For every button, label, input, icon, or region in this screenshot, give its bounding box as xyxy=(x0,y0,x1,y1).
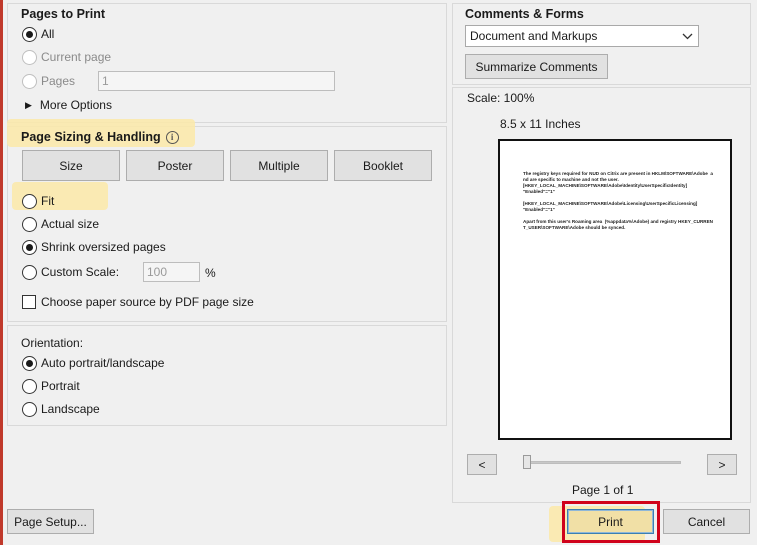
cancel-button[interactable]: Cancel xyxy=(663,509,750,534)
radio-current-page[interactable]: Current page xyxy=(22,48,111,66)
radio-pages-control[interactable] xyxy=(22,73,37,89)
radio-portrait[interactable]: Portrait xyxy=(22,377,80,395)
orientation-title: Orientation: xyxy=(21,336,84,350)
radio-shrink[interactable]: Shrink oversized pages xyxy=(22,238,166,256)
radio-custom-scale[interactable]: Custom Scale: xyxy=(22,263,119,281)
page-slider-track[interactable] xyxy=(523,461,681,464)
page-indicator: Page 1 of 1 xyxy=(572,483,634,497)
page-sizing-title: Page Sizing & Handling xyxy=(21,130,161,144)
comments-forms-panel: Comments & Forms Document and Markups Su… xyxy=(452,3,751,85)
pages-to-print-title: Pages to Print xyxy=(21,7,106,21)
radio-auto-orientation[interactable]: Auto portrait/landscape xyxy=(22,354,164,372)
radio-portrait-control[interactable] xyxy=(22,378,37,394)
radio-landscape-label: Landscape xyxy=(41,402,100,416)
radio-fit-label: Fit xyxy=(41,194,55,208)
custom-scale-input[interactable]: 100 xyxy=(143,262,200,282)
triangle-right-icon: ▶ xyxy=(25,99,32,110)
radio-all-label: All xyxy=(41,27,55,41)
radio-custom-scale-label: Custom Scale: xyxy=(41,265,120,279)
more-options-toggle[interactable]: ▶ More Options xyxy=(25,98,112,112)
print-button[interactable]: Print xyxy=(567,509,654,534)
radio-custom-scale-control[interactable] xyxy=(22,264,37,280)
chevron-down-icon xyxy=(676,26,698,46)
radio-fit[interactable]: Fit xyxy=(22,192,54,210)
next-page-button[interactable]: > xyxy=(707,454,737,475)
preview-panel: Scale: 100% 8.5 x 11 Inches The registry… xyxy=(452,87,751,503)
radio-landscape[interactable]: Landscape xyxy=(22,400,100,418)
radio-auto-orientation-control[interactable] xyxy=(22,355,37,371)
page-sizing-panel: Page Sizing & Handling i Size Poster Mul… xyxy=(7,119,447,322)
radio-actual-size-control[interactable] xyxy=(22,216,37,232)
summarize-comments-button[interactable]: Summarize Comments xyxy=(465,54,608,79)
preview-page-content: The registry keys required for NUD on Ci… xyxy=(523,171,713,230)
radio-portrait-label: Portrait xyxy=(41,379,80,393)
radio-shrink-label: Shrink oversized pages xyxy=(41,240,166,254)
radio-actual-size[interactable]: Actual size xyxy=(22,215,99,233)
radio-pages-label: Pages xyxy=(41,74,76,88)
radio-fit-control[interactable] xyxy=(22,193,37,209)
radio-all[interactable]: All xyxy=(22,25,54,43)
comments-forms-title: Comments & Forms xyxy=(465,7,584,21)
tab-multiple[interactable]: Multiple xyxy=(230,150,328,181)
info-icon[interactable]: i xyxy=(165,130,179,144)
radio-actual-size-label: Actual size xyxy=(41,217,100,231)
page-sizing-title-row: Page Sizing & Handling i xyxy=(21,130,179,144)
pages-to-print-panel: Pages to Print All Current page Pages 1 … xyxy=(7,3,447,123)
percent-sign: % xyxy=(205,266,216,280)
more-options-label: More Options xyxy=(39,98,112,112)
paper-source-checkbox[interactable] xyxy=(22,295,36,309)
radio-shrink-control[interactable] xyxy=(22,239,37,255)
comments-forms-selected: Document and Markups xyxy=(470,29,598,43)
radio-current-page-control[interactable] xyxy=(22,49,37,65)
page-slider-thumb[interactable] xyxy=(523,455,531,469)
preview-page: The registry keys required for NUD on Ci… xyxy=(498,139,732,440)
radio-landscape-control[interactable] xyxy=(22,401,37,417)
radio-all-control[interactable] xyxy=(22,26,37,42)
tab-poster[interactable]: Poster xyxy=(126,150,224,181)
prev-page-button[interactable]: < xyxy=(467,454,497,475)
radio-pages[interactable]: Pages xyxy=(22,72,75,90)
window-edge xyxy=(0,0,3,545)
radio-auto-orientation-label: Auto portrait/landscape xyxy=(41,356,165,370)
scale-text: Scale: 100% xyxy=(467,91,535,105)
page-setup-button[interactable]: Page Setup... xyxy=(7,509,94,534)
paper-source-label: Choose paper source by PDF page size xyxy=(41,295,254,309)
radio-current-page-label: Current page xyxy=(41,50,112,64)
comments-forms-select[interactable]: Document and Markups xyxy=(465,25,699,47)
paper-source-checkbox-row[interactable]: Choose paper source by PDF page size xyxy=(22,293,254,311)
orientation-panel: Orientation: Auto portrait/landscape Por… xyxy=(7,325,447,426)
tab-booklet[interactable]: Booklet xyxy=(334,150,432,181)
pages-range-input[interactable]: 1 xyxy=(98,71,335,91)
tab-size[interactable]: Size xyxy=(22,150,120,181)
paper-size-text: 8.5 x 11 Inches xyxy=(500,117,581,131)
